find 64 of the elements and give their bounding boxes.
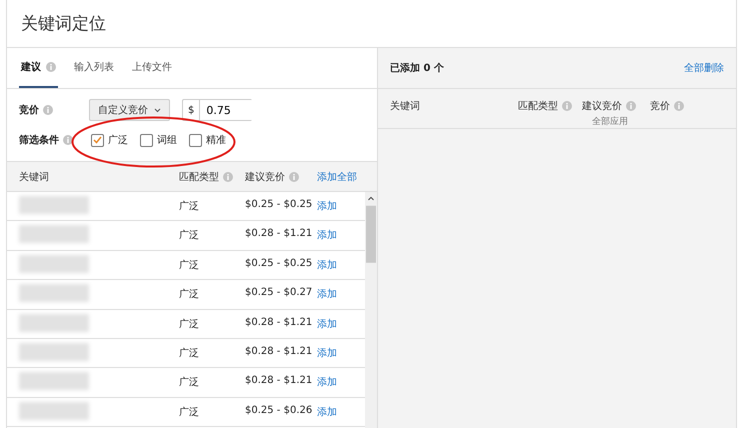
column-header: 匹配类型 bbox=[518, 100, 558, 113]
add-link[interactable]: 添加 bbox=[317, 258, 365, 272]
add-all-link[interactable]: 添加全部 bbox=[317, 170, 377, 184]
add-link[interactable]: 添加 bbox=[317, 346, 365, 360]
redacted-keyword bbox=[19, 225, 89, 244]
bid-dropdown[interactable]: 自定义竞价 bbox=[89, 99, 170, 121]
tab[interactable]: 上传文件 bbox=[130, 48, 174, 88]
info-icon bbox=[674, 101, 684, 111]
price-field[interactable]: $ 0.75 bbox=[182, 99, 252, 121]
checkbox[interactable] bbox=[140, 134, 153, 146]
apply-all-text: 全部应用 bbox=[591, 116, 629, 128]
table-cell-text: $0.25 - $0.25 bbox=[245, 258, 314, 269]
redacted-keyword bbox=[19, 314, 89, 332]
redacted-keyword bbox=[19, 254, 89, 273]
redacted-keyword bbox=[19, 284, 89, 302]
table-cell-text: $0.28 - $1.21 bbox=[245, 346, 314, 357]
chevron-down-icon bbox=[154, 108, 161, 112]
table-cell-text: $0.28 - $1.21 bbox=[245, 316, 314, 328]
checkbox-label: 词组 bbox=[157, 134, 177, 147]
table-cell-text: $0.25 - $0.27 bbox=[245, 287, 314, 298]
field-label: 竞价 bbox=[19, 103, 39, 117]
added-count: 已添加 0 个 bbox=[390, 62, 444, 75]
column-header: 建议竞价 bbox=[582, 100, 622, 113]
info-icon bbox=[626, 101, 636, 111]
table-cell-text: 广泛 bbox=[179, 200, 200, 213]
field-label: 筛选条件 bbox=[19, 134, 59, 147]
column-header: 竞价 bbox=[650, 100, 670, 113]
info-icon bbox=[63, 135, 73, 145]
column-header: 匹配类型 bbox=[179, 170, 219, 184]
table-cell-text: 广泛 bbox=[179, 258, 200, 272]
table-cell-text: $0.28 - $1.21 bbox=[245, 375, 314, 386]
checkbox[interactable] bbox=[189, 134, 202, 146]
redacted-keyword bbox=[19, 342, 89, 361]
info-icon bbox=[562, 101, 572, 111]
checkbox[interactable] bbox=[91, 134, 104, 146]
add-link[interactable]: 添加 bbox=[317, 375, 365, 390]
info-icon bbox=[289, 172, 299, 182]
table-cell-text: 广泛 bbox=[179, 376, 200, 390]
table-cell-text: $0.28 - $1.21 bbox=[245, 228, 314, 240]
info-icon bbox=[223, 172, 233, 182]
add-link[interactable]: 添加 bbox=[317, 287, 365, 302]
table-cell-text: 广泛 bbox=[179, 346, 200, 360]
table-cell-text: $0.25 - $0.25 bbox=[245, 199, 314, 210]
info-icon bbox=[43, 105, 53, 115]
add-link[interactable]: 添加 bbox=[317, 228, 365, 242]
tab[interactable]: 输入列表 bbox=[72, 48, 116, 88]
table-cell-text: 广泛 bbox=[179, 406, 200, 419]
redacted-keyword bbox=[19, 402, 89, 420]
column-header: 建议竞价 bbox=[245, 170, 285, 184]
tab[interactable]: 建议 bbox=[19, 48, 58, 88]
redacted-keyword bbox=[19, 196, 89, 214]
add-link[interactable]: 添加 bbox=[317, 316, 365, 331]
add-link[interactable]: 添加 bbox=[317, 404, 365, 419]
table-cell-text: 广泛 bbox=[179, 228, 200, 242]
column-header: 关键词 bbox=[390, 100, 420, 113]
table-cell-text: 广泛 bbox=[179, 318, 200, 331]
checkbox-label: 广泛 bbox=[108, 134, 128, 147]
add-link[interactable]: 添加 bbox=[317, 199, 365, 213]
checkbox-label: 精准 bbox=[206, 134, 226, 147]
table-cell-text: $0.25 - $0.26 bbox=[245, 404, 314, 416]
redacted-keyword bbox=[19, 372, 89, 390]
table-cell-text: 广泛 bbox=[179, 288, 200, 302]
column-header: 关键词 bbox=[19, 170, 49, 184]
delete-all-link[interactable]: 全部删除 bbox=[684, 61, 724, 75]
